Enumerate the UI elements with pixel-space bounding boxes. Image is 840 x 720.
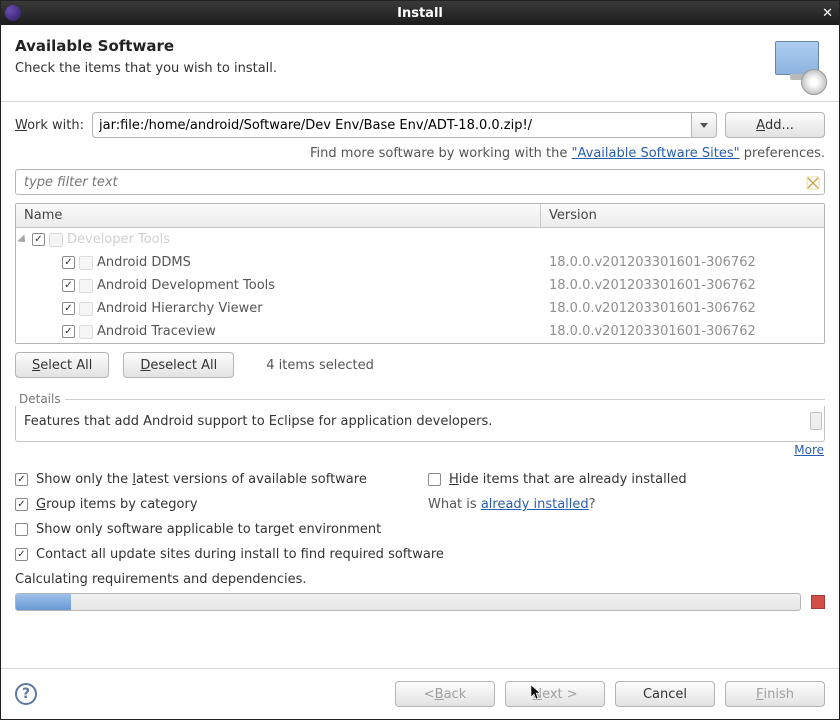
install-window: Install ✕ Available Software Check the i… (0, 0, 840, 720)
finish-button[interactable]: Finish (725, 681, 825, 707)
find-more-row: Find more software by working with the "… (15, 146, 825, 161)
option-applicable-environment[interactable]: Show only software applicable to target … (15, 522, 825, 537)
select-all-button[interactable]: Select All (15, 352, 109, 378)
checkbox[interactable] (15, 473, 28, 486)
dialog-footer: ? < Back Next > Cancel Finish (1, 668, 839, 719)
feature-row[interactable]: Android Hierarchy Viewer 18.0.0.v2012033… (16, 297, 824, 320)
feature-icon (79, 256, 93, 270)
available-sites-link[interactable]: "Available Software Sites" (572, 146, 740, 161)
next-button[interactable]: Next > (505, 681, 605, 707)
feature-name: Android DDMS (97, 255, 191, 270)
software-table: Name Version Developer Tools (15, 203, 825, 344)
feature-row[interactable]: Android DDMS 18.0.0.v201203301601-306762 (16, 251, 824, 274)
already-installed-link[interactable]: already installed (481, 497, 589, 512)
feature-version: 18.0.0.v201203301601-306762 (541, 278, 824, 293)
column-version[interactable]: Version (541, 204, 824, 227)
feature-checkbox[interactable] (62, 302, 75, 315)
category-row[interactable]: Developer Tools (16, 228, 824, 251)
column-name[interactable]: Name (16, 204, 541, 227)
already-installed-help: What is already installed? (420, 497, 825, 512)
checkbox[interactable] (15, 548, 28, 561)
selection-controls: Select All Deselect All 4 items selected (15, 352, 825, 378)
option-group-by-category[interactable]: Group items by category (15, 497, 420, 512)
option-contact-update-sites[interactable]: Contact all update sites during install … (15, 547, 825, 562)
work-with-combo[interactable] (92, 112, 717, 138)
dialog-header: Available Software Check the items that … (1, 25, 839, 101)
status-area: Calculating requirements and dependencie… (1, 562, 839, 611)
feature-version: 18.0.0.v201203301601-306762 (541, 301, 824, 316)
category-icon (49, 233, 63, 247)
feature-checkbox[interactable] (62, 325, 75, 338)
feature-name: Android Traceview (97, 324, 216, 339)
option-latest-versions[interactable]: Show only the latest versions of availab… (15, 472, 420, 487)
titlebar[interactable]: Install ✕ (1, 1, 839, 25)
work-with-row: Work with: Add... (15, 112, 825, 138)
cancel-button[interactable]: Cancel (615, 681, 715, 707)
details-group: Details Features that add Android suppor… (15, 392, 825, 442)
status-text: Calculating requirements and dependencie… (15, 572, 825, 587)
expand-icon[interactable] (17, 234, 28, 245)
close-icon[interactable]: ✕ (822, 6, 833, 21)
details-legend: Details (15, 392, 825, 406)
eclipse-icon (5, 5, 21, 21)
feature-icon (79, 325, 93, 339)
feature-name: Android Development Tools (97, 278, 275, 293)
help-icon[interactable]: ? (15, 683, 37, 705)
page-subtitle: Check the items that you wish to install… (15, 61, 769, 76)
checkbox[interactable] (428, 473, 441, 486)
window-title: Install (397, 6, 443, 21)
install-banner-icon (769, 37, 825, 93)
add-button[interactable]: Add... (725, 112, 825, 138)
deselect-all-button[interactable]: Deselect All (123, 352, 234, 378)
work-with-label: Work with: (15, 118, 84, 133)
chevron-down-icon (700, 123, 708, 128)
feature-icon (79, 279, 93, 293)
category-checkbox[interactable] (32, 233, 45, 246)
details-scrollbar[interactable] (810, 412, 822, 430)
details-text: Features that add Android support to Ecl… (24, 414, 492, 429)
page-title: Available Software (15, 37, 769, 55)
back-button[interactable]: < Back (395, 681, 495, 707)
feature-icon (79, 302, 93, 316)
checkbox[interactable] (15, 498, 28, 511)
feature-checkbox[interactable] (62, 279, 75, 292)
selection-count: 4 items selected (266, 358, 374, 373)
table-header: Name Version (16, 204, 824, 228)
feature-checkbox[interactable] (62, 256, 75, 269)
feature-version: 18.0.0.v201203301601-306762 (541, 255, 824, 270)
clear-filter-icon[interactable] (806, 175, 820, 189)
feature-version: 18.0.0.v201203301601-306762 (541, 324, 824, 339)
feature-name: Android Hierarchy Viewer (97, 301, 263, 316)
feature-row[interactable]: Android Traceview 18.0.0.v201203301601-3… (16, 320, 824, 343)
checkbox[interactable] (15, 523, 28, 536)
work-with-input[interactable] (92, 112, 691, 138)
option-hide-installed[interactable]: Hide items that are already installed (420, 472, 825, 487)
details-text-box: Features that add Android support to Ecl… (15, 406, 825, 442)
category-label: Developer Tools (67, 232, 170, 247)
details-more-link[interactable]: More (794, 443, 824, 457)
filter-input[interactable] (20, 173, 806, 192)
filter-field[interactable] (15, 169, 825, 195)
progress-bar (15, 593, 801, 611)
feature-row[interactable]: Android Development Tools 18.0.0.v201203… (16, 274, 824, 297)
work-with-dropdown[interactable] (691, 112, 717, 138)
options-grid: Show only the latest versions of availab… (15, 472, 825, 562)
stop-button[interactable] (811, 595, 825, 609)
